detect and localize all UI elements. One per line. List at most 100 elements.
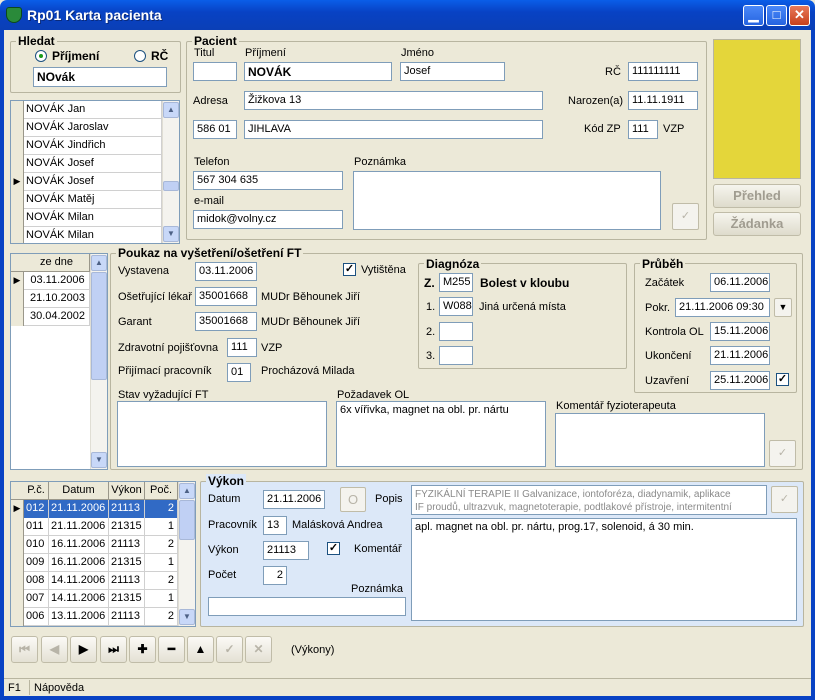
close-button[interactable]: ✕: [789, 5, 810, 26]
pracovnik-kod-field[interactable]: 13: [263, 516, 287, 535]
patient-list[interactable]: NOVÁK Jan NOVÁK Jaroslav NOVÁK Jindřich NOV…: [10, 100, 180, 244]
telefon-field[interactable]: 567 304 635: [193, 171, 343, 190]
prijmeni-field[interactable]: NOVÁK: [244, 62, 392, 81]
scroll-thumb[interactable]: [163, 181, 179, 191]
diag-3-code[interactable]: [439, 346, 473, 365]
poukaz-dates-list[interactable]: ze dne ▶ 03.11.2006 21.10.2003 30.04.2002 ▲…: [10, 253, 108, 470]
nav-delete-icon[interactable]: ━: [158, 636, 185, 663]
label-adresa: Adresa: [193, 95, 228, 107]
confirm-check-icon[interactable]: ✓: [769, 440, 796, 467]
rc-field[interactable]: 111111111: [628, 62, 698, 81]
nav-up-icon[interactable]: ▲: [187, 636, 214, 663]
nav-first-icon[interactable]: ⏮: [11, 636, 38, 663]
table-row[interactable]: 008 14.11.2006 21113 2: [11, 572, 195, 590]
vykony-scrollbar[interactable]: ▲ ▼: [178, 482, 195, 626]
komentar-field[interactable]: [555, 413, 765, 467]
nav-cancel-icon[interactable]: ✕: [245, 636, 272, 663]
o-button[interactable]: O: [340, 487, 366, 512]
ukonceni-field[interactable]: 21.11.2006: [710, 346, 770, 365]
scroll-down-icon[interactable]: ▼: [179, 609, 195, 625]
nav-prev-icon[interactable]: ◀: [41, 636, 68, 663]
vykon-datum-field[interactable]: 21.11.2006: [263, 490, 325, 509]
patient-list-item[interactable]: NOVÁK Josef: [11, 155, 179, 173]
lekar-kod-field[interactable]: 35001668: [195, 287, 257, 306]
garant-kod-field[interactable]: 35001668: [195, 312, 257, 331]
minimize-button[interactable]: ▁: [743, 5, 764, 26]
vytistena-checkbox[interactable]: ✓: [343, 263, 356, 276]
stav-field[interactable]: [117, 401, 327, 467]
patient-list-item[interactable]: NOVÁK Matěj: [11, 191, 179, 209]
radio-prijmeni[interactable]: [35, 50, 47, 62]
nav-add-icon[interactable]: ✚: [129, 636, 156, 663]
uzavreni-field[interactable]: 25.11.2006: [710, 371, 770, 390]
scroll-up-icon[interactable]: ▲: [179, 483, 195, 499]
table-row[interactable]: 009 16.11.2006 21315 1: [11, 554, 195, 572]
column-header[interactable]: Výkon: [109, 482, 145, 500]
prijimaci-field[interactable]: 01: [227, 363, 251, 382]
table-row[interactable]: ▶ 012 21.11.2006 21113 2: [11, 500, 195, 518]
maximize-button[interactable]: □: [766, 5, 787, 26]
narozen-field[interactable]: 11.11.1911: [628, 91, 698, 110]
email-field[interactable]: midok@volny.cz: [193, 210, 343, 229]
jmeno-field[interactable]: Josef: [400, 62, 505, 81]
title-bar[interactable]: Rp01 Karta pacienta ▁ □ ✕: [0, 0, 815, 30]
scroll-up-icon[interactable]: ▲: [91, 255, 107, 271]
patient-list-item[interactable]: NOVÁK Jaroslav: [11, 119, 179, 137]
patient-list-item[interactable]: NOVÁK Milan: [11, 209, 179, 227]
uzavreni-checkbox[interactable]: ✓: [776, 373, 789, 386]
patient-list-scrollbar[interactable]: ▲ ▼: [162, 101, 179, 243]
table-row[interactable]: 006 13.11.2006 21113 2: [11, 608, 195, 626]
radio-rc[interactable]: [134, 50, 146, 62]
table-cell: 21113: [109, 536, 145, 554]
zacatek-field[interactable]: 06.11.2006: [710, 273, 770, 292]
scroll-thumb[interactable]: [91, 272, 107, 380]
vykon-komentar-field[interactable]: apl. magnet na obl. pr. nártu, prog.17, …: [411, 518, 797, 621]
poznamka-field[interactable]: [353, 171, 661, 230]
diag-2-code[interactable]: [439, 322, 473, 341]
diag-z-code[interactable]: M255: [439, 273, 473, 292]
mesto-field[interactable]: JIHLAVA: [244, 120, 543, 139]
psc-field[interactable]: 586 01: [193, 120, 237, 139]
patient-name: NOVÁK Jindřich: [24, 137, 162, 155]
nav-post-icon[interactable]: ✓: [216, 636, 243, 663]
zadanka-button[interactable]: Žádanka: [713, 212, 801, 236]
pokr-field[interactable]: 21.11.2006 09:30: [675, 298, 770, 317]
patient-list-item[interactable]: ▶ NOVÁK Josef: [11, 173, 179, 191]
patient-list-item[interactable]: NOVÁK Jindřich: [11, 137, 179, 155]
titul-field[interactable]: [193, 62, 237, 81]
vystavena-field[interactable]: 03.11.2006: [195, 262, 257, 281]
search-input[interactable]: NOvák: [33, 67, 167, 87]
scroll-thumb[interactable]: [179, 500, 195, 540]
patient-list-item[interactable]: NOVÁK Milan: [11, 227, 179, 243]
pojistovna-field[interactable]: 111: [227, 338, 257, 357]
kodzp-field[interactable]: 111: [628, 120, 658, 139]
kontrola-field[interactable]: 15.11.2006: [710, 322, 770, 341]
prehled-button[interactable]: Přehled: [713, 184, 801, 208]
table-cell: 16.11.2006: [49, 536, 109, 554]
vykon-poznamka-field[interactable]: [208, 597, 406, 616]
column-header[interactable]: Datum: [49, 482, 109, 500]
patient-list-item[interactable]: NOVÁK Jan: [11, 101, 179, 119]
confirm-check-icon[interactable]: ✓: [672, 203, 699, 230]
nav-last-icon[interactable]: ⏭: [100, 636, 127, 663]
scroll-up-icon[interactable]: ▲: [163, 102, 179, 118]
vykony-table[interactable]: P.č. Datum Výkon Poč. ▶ 012 21.11.2006 21113 2 0…: [10, 481, 196, 627]
vykon-kod-field[interactable]: 21113: [263, 541, 309, 560]
diag-1-code[interactable]: W088: [439, 297, 473, 316]
komentar-checkbox[interactable]: ✓: [327, 542, 340, 555]
scroll-down-icon[interactable]: ▼: [163, 226, 179, 242]
pocet-field[interactable]: 2: [263, 566, 287, 585]
table-row[interactable]: 010 16.11.2006 21113 2: [11, 536, 195, 554]
table-row[interactable]: 007 14.11.2006 21315 1: [11, 590, 195, 608]
confirm-check-icon[interactable]: ✓: [771, 486, 798, 513]
adresa-field[interactable]: Žižkova 13: [244, 91, 543, 110]
scroll-down-icon[interactable]: ▼: [91, 452, 107, 468]
pozadavek-field[interactable]: 6x vířivka, magnet na obl. pr. nártu: [336, 401, 546, 467]
column-header[interactable]: Poč.: [145, 482, 178, 500]
nav-next-icon[interactable]: ▶: [70, 636, 97, 663]
pokr-dropdown-icon[interactable]: ▼: [774, 298, 792, 317]
column-header[interactable]: P.č.: [24, 482, 49, 500]
table-row[interactable]: 011 21.11.2006 21315 1: [11, 518, 195, 536]
label-rc: RČ: [605, 66, 621, 78]
dates-scrollbar[interactable]: ▲ ▼: [90, 254, 107, 469]
